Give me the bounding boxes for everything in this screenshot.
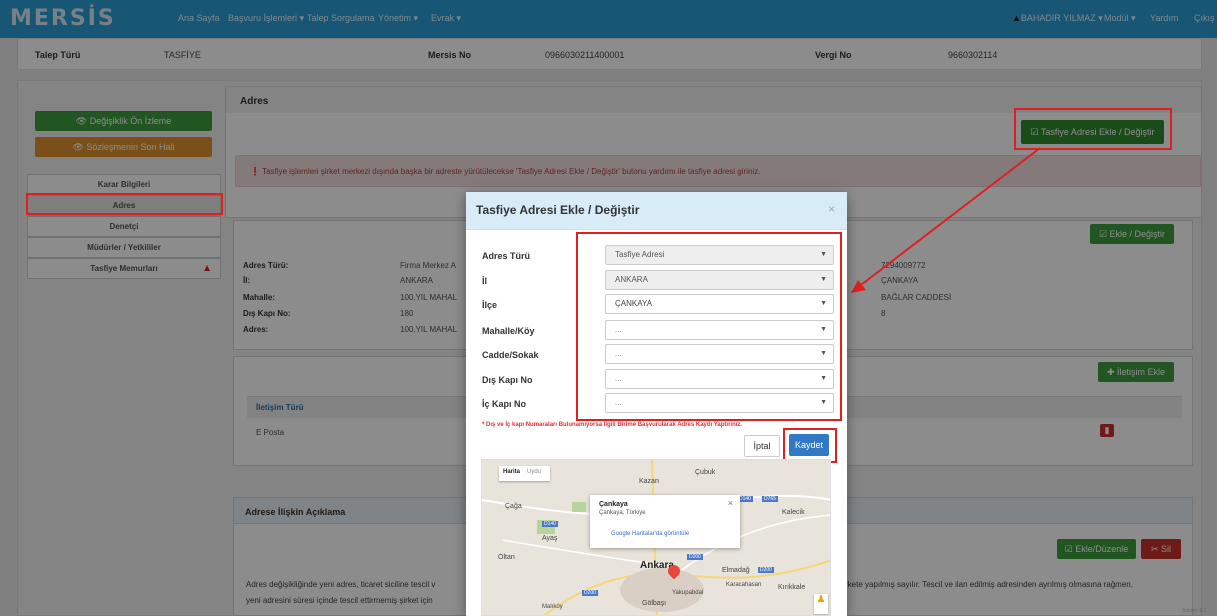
highlight-save-button bbox=[783, 428, 837, 463]
door-number-warning: * Dış ve İç kapı Numaraları Bulunamıyors… bbox=[482, 422, 743, 428]
tasfiye-address-modal: Tasfiye Adresi Ekle / Değiştir × Adres T… bbox=[466, 192, 847, 616]
map-place-cubuk: Çubuk bbox=[695, 469, 716, 476]
popup-title: Çankaya bbox=[599, 501, 628, 508]
road-badge: D140 bbox=[542, 521, 558, 527]
location-map[interactable]: Harita Uydu Çubuk Kazan Çağa Kalecik Aya… bbox=[481, 459, 831, 616]
road-badge: D200 bbox=[687, 554, 703, 560]
map-place-yakupabdal: Yakupabdal bbox=[672, 590, 704, 596]
modal-title: Tasfiye Adresi Ekle / Değiştir bbox=[476, 203, 640, 217]
satellite-tab[interactable]: Uydu bbox=[527, 469, 541, 475]
highlight-form-box bbox=[576, 232, 842, 421]
map-place-oltan: Oltan bbox=[498, 554, 515, 561]
road-badge: D200 bbox=[758, 567, 774, 573]
pegman-icon[interactable]: ♟ bbox=[814, 594, 828, 614]
popup-link[interactable]: Google Haritalar'da görüntüle bbox=[611, 531, 689, 537]
map-place-kirikkale: Kırıkkale bbox=[778, 584, 806, 591]
popup-subtitle: Çankaya, Türkiye bbox=[599, 510, 646, 516]
map-tab[interactable]: Harita bbox=[503, 469, 520, 475]
map-place-caga: Çağa bbox=[505, 503, 522, 510]
map-place-ayas: Ayaş bbox=[542, 535, 558, 542]
ilce-field-label: İlçe bbox=[482, 300, 498, 310]
version-hint: Sürüm: 8.1 bbox=[1182, 608, 1207, 614]
popup-close-icon[interactable]: × bbox=[728, 498, 733, 508]
mahalle-field-label: Mahalle/Köy bbox=[482, 326, 535, 336]
map-info-popup: Çankaya Çankaya, Türkiye Google Haritala… bbox=[590, 495, 740, 548]
cancel-button[interactable]: İptal bbox=[744, 435, 780, 457]
road-badge: D765 bbox=[762, 496, 778, 502]
map-place-malikoy: Malıköy bbox=[542, 604, 563, 610]
map-place-kalecik: Kalecik bbox=[782, 509, 805, 516]
map-place-karacahasan: Karacahasan bbox=[726, 582, 762, 588]
dis-kapi-field-label: Dış Kapı No bbox=[482, 375, 533, 385]
modal-header: Tasfiye Adresi Ekle / Değiştir × bbox=[466, 192, 847, 230]
close-icon[interactable]: × bbox=[828, 202, 835, 216]
road-badge: D200 bbox=[582, 590, 598, 596]
map-place-golbasi: Gölbaşı bbox=[642, 600, 667, 607]
ic-kapi-field-label: İç Kapı No bbox=[482, 399, 527, 409]
address-type-field-label: Adres Türü bbox=[482, 251, 531, 261]
il-field-label: İl bbox=[482, 276, 488, 286]
map-place-kazan: Kazan bbox=[639, 478, 659, 485]
map-place-elmadag: Elmadağ bbox=[722, 567, 750, 574]
cadde-field-label: Cadde/Sokak bbox=[482, 350, 539, 360]
map-type-toggle: Harita Uydu bbox=[499, 466, 550, 481]
